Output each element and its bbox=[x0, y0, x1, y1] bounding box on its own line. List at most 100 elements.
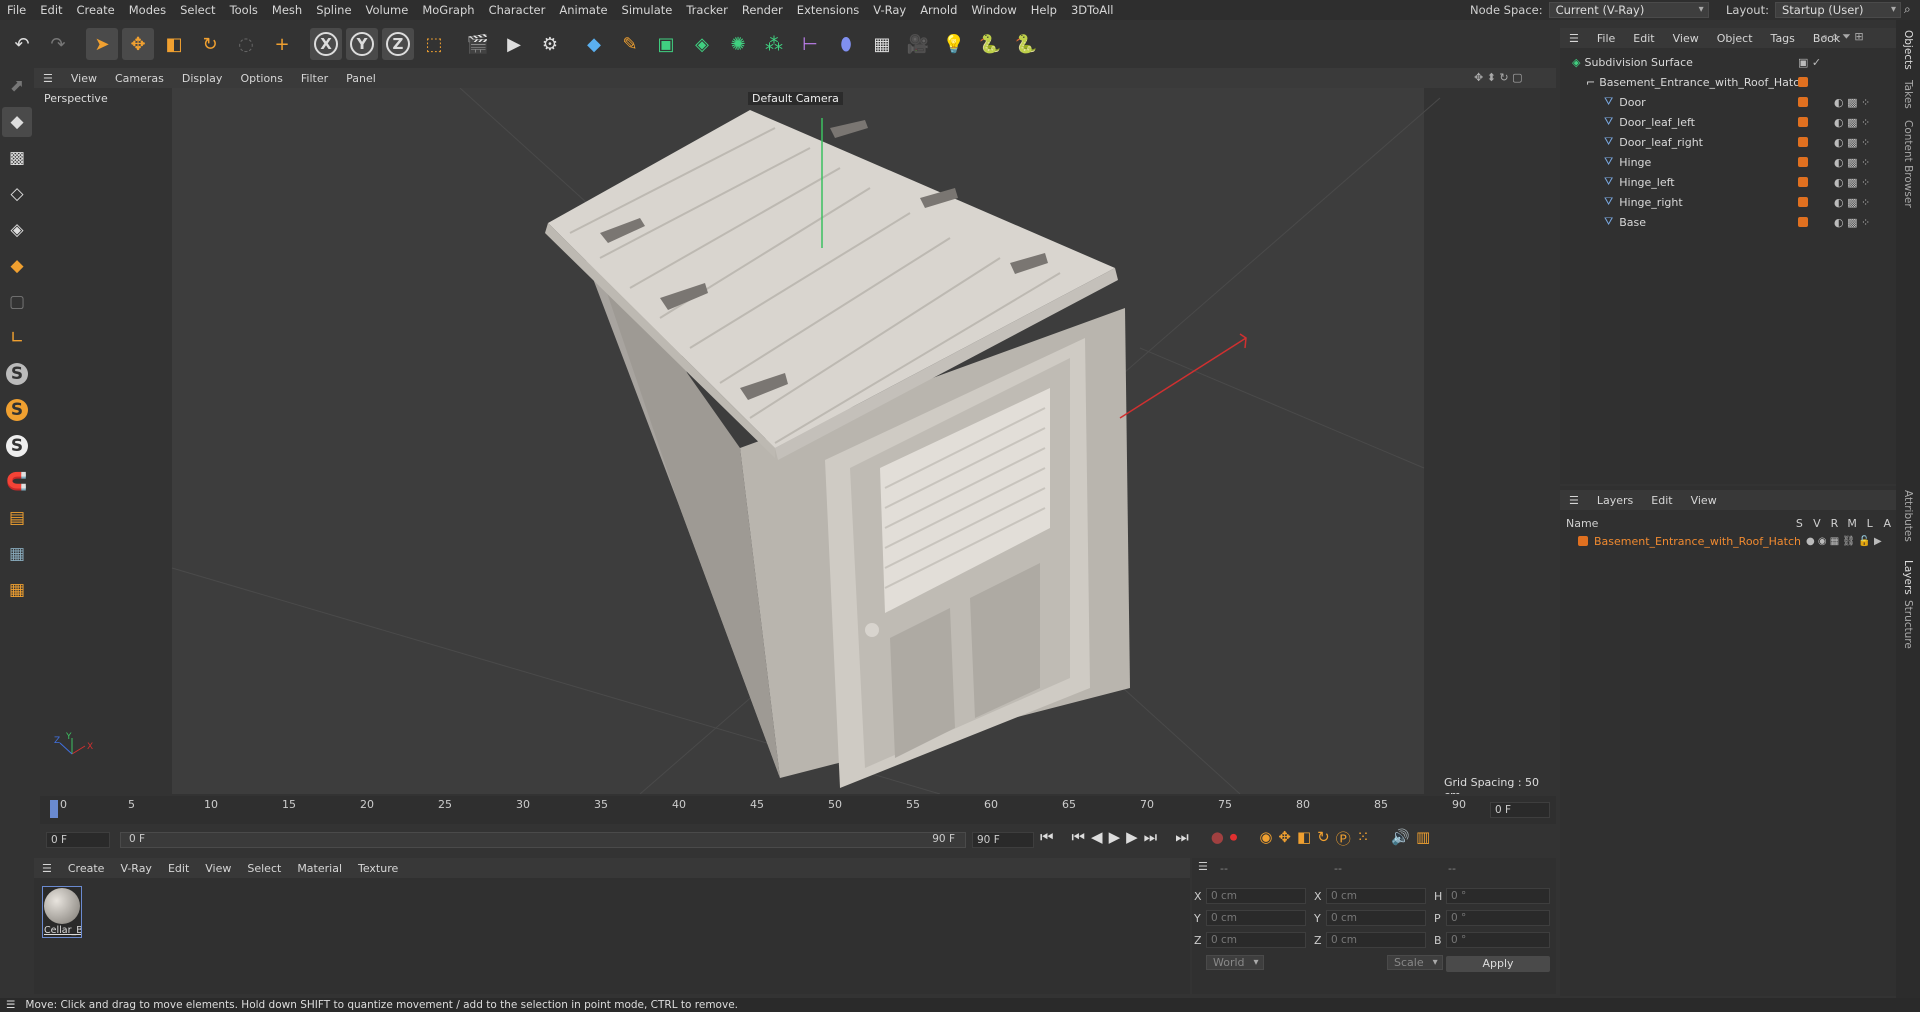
rot-h-field[interactable]: 0 ° bbox=[1446, 888, 1550, 904]
tab-objects[interactable]: Objects bbox=[1902, 30, 1914, 70]
scale-tool-icon[interactable]: ◧ bbox=[158, 28, 190, 60]
material-menu-select[interactable]: Select bbox=[239, 862, 289, 875]
edge-mode-icon[interactable]: ◈ bbox=[2, 215, 32, 245]
viewport-menu-panel[interactable]: Panel bbox=[337, 72, 385, 85]
material-tag-icon[interactable]: ◐ ▩ ⁘ bbox=[1834, 96, 1870, 109]
rot-p-field[interactable]: 0 ° bbox=[1446, 910, 1550, 926]
menu-create[interactable]: Create bbox=[70, 3, 122, 17]
menu-select[interactable]: Select bbox=[173, 3, 222, 17]
tab-attributes[interactable]: Attributes bbox=[1902, 490, 1914, 542]
coord-hamburger-icon[interactable]: ☰ bbox=[1198, 860, 1208, 873]
coord-system-dropdown[interactable]: World bbox=[1206, 955, 1264, 970]
object-row-subdivision[interactable]: ◈ Subdivision Surface ▣ ✓ bbox=[1560, 52, 1896, 72]
material-tag-icon[interactable]: ◐ ▩ ⁘ bbox=[1834, 196, 1870, 209]
make-editable-icon[interactable]: ⬈ bbox=[2, 71, 32, 101]
objects-tools-icons[interactable]: ⌕ ⌂ ⏷ ⊞ bbox=[1822, 30, 1864, 44]
goto-end-icon[interactable]: ⏭ bbox=[1144, 828, 1158, 849]
viewport[interactable]: Perspective Default Camera Grid Spacing … bbox=[40, 88, 1556, 794]
tab-layers[interactable]: Layers bbox=[1902, 560, 1914, 595]
goto-start-icon[interactable]: ⏮ bbox=[1040, 828, 1054, 849]
rotate-tool-icon[interactable]: ↻ bbox=[194, 28, 226, 60]
key-pla-icon[interactable]: ⁙ bbox=[1357, 828, 1370, 849]
viewport-menu-filter[interactable]: Filter bbox=[292, 72, 337, 85]
uv-mode-icon[interactable]: ▢ bbox=[2, 287, 32, 317]
object-row-hinge-right[interactable]: ⛛ Hinge_right ◐ ▩ ⁘ bbox=[1560, 192, 1896, 212]
goto-end-key-icon[interactable]: ⏭ bbox=[1175, 828, 1189, 849]
menu-mograph[interactable]: MoGraph bbox=[415, 3, 481, 17]
menu-spline[interactable]: Spline bbox=[309, 3, 358, 17]
pos-x-field[interactable]: 0 cm bbox=[1206, 888, 1306, 904]
menu-modes[interactable]: Modes bbox=[122, 3, 173, 17]
menu-help[interactable]: Help bbox=[1024, 3, 1064, 17]
point-mode-icon[interactable]: ◇ bbox=[2, 179, 32, 209]
size-y-field[interactable]: 0 cm bbox=[1326, 910, 1426, 926]
viewport-nav-icons[interactable]: ✥ ⬍ ↻ ▢ bbox=[1474, 71, 1523, 84]
object-row-door[interactable]: ⛛ Door ◐ ▩ ⁘ bbox=[1560, 92, 1896, 112]
layers-menu-edit[interactable]: Edit bbox=[1642, 494, 1681, 507]
range-slider[interactable]: 0 F 90 F bbox=[120, 832, 966, 848]
objects-menu-edit[interactable]: Edit bbox=[1624, 32, 1663, 45]
material-menu-material[interactable]: Material bbox=[289, 862, 350, 875]
snap-settings-toggle[interactable]: S bbox=[2, 395, 32, 425]
play-icon[interactable]: ▶ bbox=[1109, 828, 1121, 849]
select-tool-icon[interactable]: ➤ bbox=[86, 28, 118, 60]
python-icon[interactable]: 🐍 bbox=[974, 28, 1006, 60]
polygon-mode-icon[interactable]: ◆ bbox=[2, 251, 32, 281]
solo-toggle[interactable]: S bbox=[2, 431, 32, 461]
material-menu-vray[interactable]: V-Ray bbox=[112, 862, 160, 875]
object-row-door-leaf-left[interactable]: ⛛ Door_leaf_left ◐ ▩ ⁘ bbox=[1560, 112, 1896, 132]
keyframe-icon[interactable]: ◉ bbox=[1259, 828, 1272, 849]
model-mode-icon[interactable]: ◆ bbox=[2, 107, 32, 137]
menu-character[interactable]: Character bbox=[482, 3, 553, 17]
layer-color-icon[interactable] bbox=[1798, 197, 1808, 207]
layer-flags-icons[interactable]: ● ◉ ▦ ⛓ 🔓 ▶ bbox=[1806, 536, 1882, 547]
tab-structure[interactable]: Structure bbox=[1902, 600, 1914, 649]
prev-frame-icon[interactable]: ◀ bbox=[1091, 828, 1103, 849]
layer-color-icon[interactable] bbox=[1798, 217, 1808, 227]
render-region-icon[interactable]: 🎬 bbox=[462, 28, 494, 60]
menu-render[interactable]: Render bbox=[735, 3, 790, 17]
object-row-base[interactable]: ⛛ Base ◐ ▩ ⁘ bbox=[1560, 212, 1896, 232]
grid-snap-icon[interactable]: ▦ bbox=[2, 575, 32, 605]
layer-color-icon[interactable] bbox=[1798, 97, 1808, 107]
extrude-icon[interactable]: ◈ bbox=[686, 28, 718, 60]
menu-3dtoall[interactable]: 3DToAll bbox=[1064, 3, 1121, 17]
material-menu-create[interactable]: Create bbox=[60, 862, 113, 875]
material-swatch[interactable]: Cellar_Ba bbox=[42, 886, 82, 938]
layer-color-icon[interactable] bbox=[1578, 536, 1588, 546]
object-row-basement[interactable]: ⌐ Basement_Entrance_with_Roof_Hatch bbox=[1560, 72, 1896, 92]
key-position-icon[interactable]: ✥ bbox=[1278, 828, 1291, 849]
rot-b-field[interactable]: 0 ° bbox=[1446, 932, 1550, 948]
create-tool-icon[interactable]: + bbox=[266, 28, 298, 60]
timeline-settings-icon[interactable]: ▥ bbox=[1416, 828, 1430, 849]
viewport-hamburger-icon[interactable]: ☰ bbox=[34, 72, 62, 85]
layer-color-icon[interactable] bbox=[1798, 117, 1808, 127]
record-icon[interactable]: ● bbox=[1211, 828, 1224, 849]
grid-lock-icon[interactable]: ▦ bbox=[2, 539, 32, 569]
move-tool-icon[interactable]: ✥ bbox=[122, 28, 154, 60]
end-frame-field[interactable]: 90 F bbox=[972, 832, 1034, 848]
light-icon[interactable]: 💡 bbox=[938, 28, 970, 60]
redo-icon[interactable]: ↷ bbox=[42, 28, 74, 60]
object-row-door-leaf-right[interactable]: ⛛ Door_leaf_right ◐ ▩ ⁘ bbox=[1560, 132, 1896, 152]
menu-vray[interactable]: V-Ray bbox=[866, 3, 913, 17]
deformer-icon[interactable]: ⬮ bbox=[830, 28, 862, 60]
pos-z-field[interactable]: 0 cm bbox=[1206, 932, 1306, 948]
search-icon[interactable]: ⌕ bbox=[1904, 2, 1911, 17]
material-tag-icon[interactable]: ◐ ▩ ⁘ bbox=[1834, 176, 1870, 189]
subdivision-icon[interactable]: ▣ bbox=[650, 28, 682, 60]
menu-extensions[interactable]: Extensions bbox=[790, 3, 866, 17]
material-tag-icon[interactable]: ◐ ▩ ⁘ bbox=[1834, 136, 1870, 149]
object-row-hinge[interactable]: ⛛ Hinge ◐ ▩ ⁘ bbox=[1560, 152, 1896, 172]
workplane-icon[interactable]: ▤ bbox=[2, 503, 32, 533]
viewport-menu-options[interactable]: Options bbox=[231, 72, 291, 85]
menu-arnold[interactable]: Arnold bbox=[913, 3, 964, 17]
snap-toggle[interactable]: S bbox=[2, 359, 32, 389]
menu-animate[interactable]: Animate bbox=[552, 3, 614, 17]
camera-icon[interactable]: 🎥 bbox=[902, 28, 934, 60]
cloner-icon[interactable]: ⁂ bbox=[758, 28, 790, 60]
y-axis-toggle[interactable]: Y bbox=[346, 28, 378, 60]
status-hamburger-icon[interactable]: ☰ bbox=[0, 999, 25, 1011]
viewport-menu-cameras[interactable]: Cameras bbox=[106, 72, 173, 85]
layer-color-icon[interactable] bbox=[1798, 157, 1808, 167]
